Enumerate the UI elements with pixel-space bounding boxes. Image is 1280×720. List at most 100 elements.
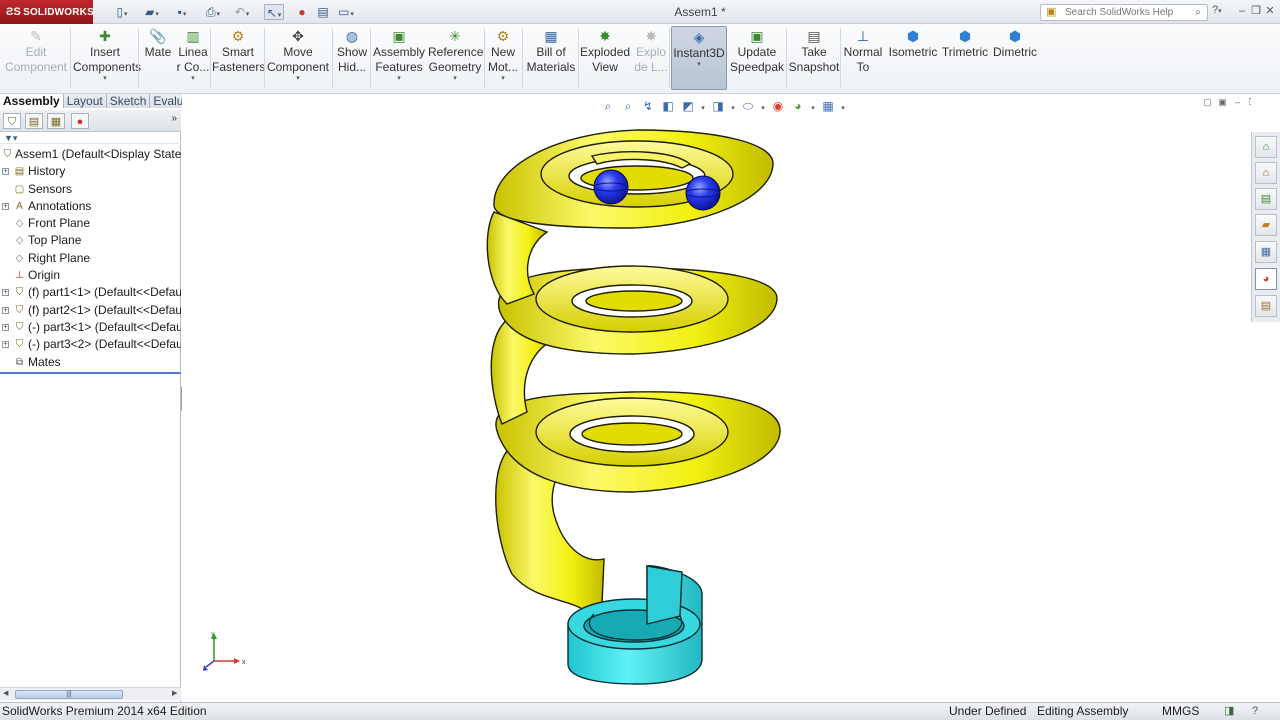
smart-fasteners-button[interactable]: ⚙ Smart Fasteners [212, 26, 266, 90]
take-snapshot-button[interactable]: ▤ Take Snapshot [788, 26, 840, 90]
minimize-icon[interactable]: – [1235, 4, 1249, 18]
normal-to-button[interactable]: ⊥ Normal To [842, 26, 884, 90]
configuration-manager-tab-icon[interactable]: ▦ [47, 113, 65, 129]
expand-toggle-icon[interactable]: + [2, 306, 9, 314]
tree-item[interactable]: ◇ Right Plane [0, 250, 181, 267]
scroll-left-icon[interactable]: ◀ [3, 689, 8, 697]
insert-components-button[interactable]: ✚ Insert Components ▾ [73, 26, 141, 90]
restore-icon[interactable]: ❐ [1249, 4, 1263, 18]
expand-toggle-icon[interactable]: + [2, 168, 9, 176]
move-component-button[interactable]: ✥ Move Component ▾ [266, 26, 330, 90]
rebuild-status-icon: ◨ [1224, 705, 1235, 717]
history-folder-icon: ▤ [14, 166, 25, 178]
select-pointer-icon[interactable]: ↖▾ [264, 4, 284, 20]
file-explorer-icon[interactable]: ▰ [1255, 214, 1277, 236]
instant3d-button[interactable]: ◈ Instant3D ▾ [671, 26, 727, 90]
snapshot-icon: ▤ [807, 28, 821, 44]
dimetric-button[interactable]: ⬢ Dimetric [990, 26, 1040, 90]
ribbon-separator [578, 28, 579, 88]
chevron-down-icon[interactable]: ▾ [73, 75, 137, 83]
tree-item[interactable]: ⧉ Mates [0, 354, 181, 371]
tree-item[interactable]: ◇ Front Plane [0, 215, 181, 232]
assembly-model-view[interactable] [182, 94, 1251, 701]
update-speedpak-button[interactable]: ▣ Update Speedpak [729, 26, 785, 90]
mate-button[interactable]: 📎 Mate [140, 26, 176, 90]
expand-toggle-icon[interactable]: + [2, 341, 9, 349]
help-icon[interactable]: ?▾ [1212, 4, 1222, 16]
horizontal-scrollbar[interactable]: ◀ ||| ▶ [0, 687, 181, 700]
isometric-button[interactable]: ⬢ Isometric [886, 26, 940, 90]
home-icon[interactable]: ⌂ [1255, 162, 1277, 184]
svg-text:x: x [242, 659, 246, 666]
rebuild-icon[interactable]: ● [296, 4, 308, 20]
tab-layout[interactable]: Layout [63, 94, 107, 108]
ribbon-separator [669, 28, 670, 88]
tree-item[interactable]: + A Annotations [0, 198, 181, 215]
spiral-track-part[interactable] [486, 129, 781, 610]
reference-geometry-button[interactable]: ✳ Reference Geometry ▾ [428, 26, 483, 90]
property-manager-tab-icon[interactable]: ▤ [25, 113, 43, 129]
chevron-down-icon[interactable]: ▾ [176, 75, 210, 83]
new-document-icon[interactable]: ▯▾ [112, 4, 132, 20]
tab-sketch[interactable]: Sketch [106, 94, 151, 108]
options-icon[interactable]: ▭▾ [336, 4, 356, 20]
chevron-down-icon[interactable]: ▾ [428, 75, 482, 83]
filter-icon[interactable]: ▼▾ [0, 132, 181, 144]
expand-toggle-icon[interactable]: + [2, 202, 9, 210]
new-motion-study-button[interactable]: ⚙ New Mot... ▾ [486, 26, 520, 90]
help-icon[interactable]: ? [1252, 703, 1258, 720]
linear-component-pattern-button[interactable]: ▥ Linea r Co... ▾ [176, 26, 210, 90]
tree-item[interactable]: + ▤ History [0, 163, 181, 180]
tree-item[interactable]: ▢ Sensors [0, 181, 181, 198]
show-hidden-button[interactable]: ◍ Show Hid... [334, 26, 370, 90]
tree-item[interactable]: + ⛉ (-) part3<2> (Default<<Defau [0, 336, 181, 353]
plane-icon: ◇ [15, 218, 24, 230]
assembly-features-button[interactable]: ▣ Assembly Features ▾ [372, 26, 426, 90]
view-palette-icon[interactable]: ▦ [1255, 241, 1277, 263]
chevron-down-icon[interactable]: ▾ [672, 61, 726, 69]
explode-line-sketch-button[interactable]: ✸ Explo de L... [632, 26, 670, 90]
status-bar: SolidWorks Premium 2014 x64 Edition Unde… [0, 702, 1280, 720]
exploded-view-button[interactable]: ✸ Exploded View [580, 26, 630, 90]
search-help-field[interactable]: ▣ Search SolidWorks Help ⌕ [1040, 4, 1208, 21]
edit-component-button[interactable]: ✎ Edit Component [3, 26, 69, 90]
expand-panel-icon[interactable]: » [171, 113, 177, 124]
graphics-area[interactable]: ⌕⌕↯◧◩▾◨▾⬭▾◉◕▾▦▾ ▢▣–❐✕ [182, 94, 1251, 701]
rollback-bar[interactable] [0, 372, 181, 374]
smart-fasteners-label: Fasteners [212, 60, 266, 74]
feature-manager-tab-icon[interactable]: ⛉ [3, 113, 21, 129]
unit-system[interactable]: MMGS [1162, 703, 1199, 720]
print-icon[interactable]: ⎙▾ [203, 4, 223, 20]
solidworks-logo[interactable]: ƧS SOLIDWORKS [0, 0, 94, 24]
expand-toggle-icon[interactable]: + [2, 289, 9, 297]
tab-assembly[interactable]: Assembly [0, 94, 64, 108]
custom-properties-icon[interactable]: ▤ [1255, 295, 1277, 317]
tree-item[interactable]: ⊥ Origin [0, 267, 181, 284]
expand-toggle-icon[interactable]: + [2, 323, 9, 331]
close-icon[interactable]: ✕ [1263, 4, 1277, 18]
display-manager-tab-icon[interactable]: ● [71, 113, 89, 129]
solidworks-resources-icon[interactable]: ⌂ [1255, 136, 1277, 158]
undo-icon[interactable]: ↶▾ [232, 4, 252, 20]
tree-item[interactable]: ◇ Top Plane [0, 232, 181, 249]
tree-item-label: (-) part3<1> (Default<<Defau [28, 319, 181, 334]
open-folder-icon[interactable]: ▰▾ [142, 4, 162, 20]
save-icon[interactable]: ▪▾ [172, 4, 192, 20]
scroll-thumb[interactable]: ||| [15, 690, 123, 699]
tree-item[interactable]: + ⛉ (f) part1<1> (Default<<Defau [0, 284, 181, 301]
tree-root-assembly[interactable]: ⛉ Assem1 (Default<Display State [0, 146, 181, 163]
appearances-scenes-icon[interactable]: ◕ [1255, 268, 1277, 290]
bill-of-materials-button[interactable]: ▦ Bill of Materials [524, 26, 578, 90]
tree-item[interactable]: + ⛉ (f) part2<1> (Default<<Defau [0, 302, 181, 319]
design-library-icon[interactable]: ▤ [1255, 188, 1277, 210]
file-properties-icon[interactable]: ▤ [316, 4, 330, 20]
trimetric-button[interactable]: ⬢ Trimetric [940, 26, 990, 90]
search-icon[interactable]: ⌕ [1195, 5, 1201, 20]
chevron-down-icon[interactable]: ▾ [266, 75, 330, 83]
scroll-right-icon[interactable]: ▶ [172, 689, 177, 697]
tree-item[interactable]: + ⛉ (-) part3<1> (Default<<Defau [0, 319, 181, 336]
feature-tree: ⛉ Assem1 (Default<Display State + ▤ History ▢… [0, 146, 181, 374]
instant3d-icon: ◈ [693, 29, 705, 45]
chevron-down-icon[interactable]: ▾ [486, 75, 520, 83]
chevron-down-icon[interactable]: ▾ [372, 75, 426, 83]
